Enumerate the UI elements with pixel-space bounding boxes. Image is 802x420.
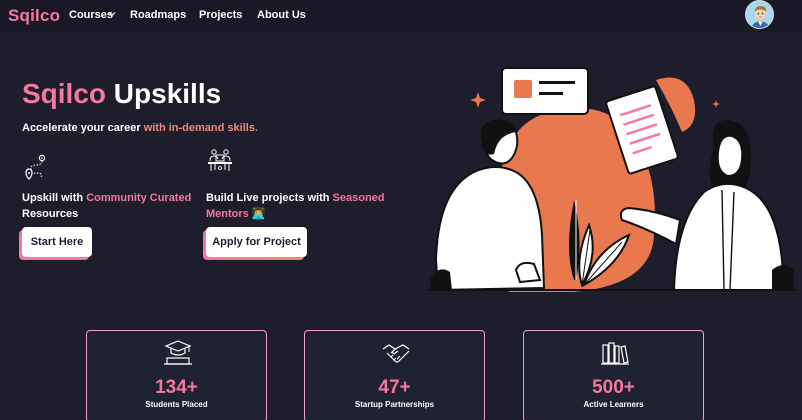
stat-card-startup-partnerships: 47+ Startup Partnerships bbox=[304, 330, 485, 420]
start-here-button[interactable]: Start Here bbox=[22, 227, 92, 257]
stat-label: Students Placed bbox=[145, 400, 208, 409]
top-navbar: Sqilco Courses Roadmaps Projects About U… bbox=[0, 0, 802, 32]
books-icon bbox=[601, 342, 629, 365]
hero-title-rest: Upskills bbox=[106, 78, 222, 109]
stat-value: 47+ bbox=[378, 377, 411, 398]
stat-card-students-placed: 134+ Students Placed bbox=[86, 330, 267, 420]
nav-courses[interactable]: Courses bbox=[69, 9, 113, 21]
feature-community-text: Upskill with Community Curated Resources bbox=[22, 190, 202, 222]
route-map-icon bbox=[25, 154, 46, 180]
feature-1-rest: Resources bbox=[22, 208, 79, 220]
start-here-button-wrap: Start Here bbox=[19, 227, 92, 260]
stat-label: Active Learners bbox=[583, 400, 644, 409]
stat-value: 500+ bbox=[592, 377, 635, 398]
brand-logo[interactable]: Sqilco bbox=[8, 6, 60, 26]
feature-1-plain: Upskill with bbox=[22, 192, 87, 204]
graduate-icon bbox=[164, 340, 192, 365]
feature-mentors-text: Build Live projects with Seasoned Mentor… bbox=[206, 190, 396, 222]
apply-for-project-button[interactable]: Apply for Project bbox=[206, 227, 307, 257]
chevron-down-icon[interactable] bbox=[108, 10, 116, 18]
stat-label: Startup Partnerships bbox=[354, 400, 435, 409]
nav-roadmaps[interactable]: Roadmaps bbox=[130, 9, 186, 21]
feature-1-accent: Community Curated bbox=[86, 192, 192, 204]
apply-button-wrap: Apply for Project bbox=[203, 227, 307, 260]
nav-projects[interactable]: Projects bbox=[199, 9, 242, 21]
handshake-icon bbox=[382, 344, 410, 363]
nav-about-us[interactable]: About Us bbox=[257, 9, 306, 21]
hero-illustration bbox=[428, 67, 796, 292]
feature-2-plain: Build Live projects with bbox=[206, 192, 333, 204]
hero-tagline: Accelerate your career with in-demand sk… bbox=[22, 122, 258, 134]
feature-2-rest: 👨‍💻 bbox=[248, 208, 266, 220]
tagline-accent: with in-demand skills. bbox=[143, 122, 258, 134]
tagline-plain: Accelerate your career bbox=[22, 122, 144, 134]
team-collaboration-icon bbox=[208, 149, 232, 171]
stat-card-active-learners: 500+ Active Learners bbox=[523, 330, 704, 420]
stat-value: 134+ bbox=[155, 377, 198, 398]
hero-title: Sqilco Upskills bbox=[22, 78, 221, 110]
user-avatar-icon[interactable] bbox=[745, 0, 774, 29]
hero-title-accent: Sqilco bbox=[22, 78, 107, 109]
